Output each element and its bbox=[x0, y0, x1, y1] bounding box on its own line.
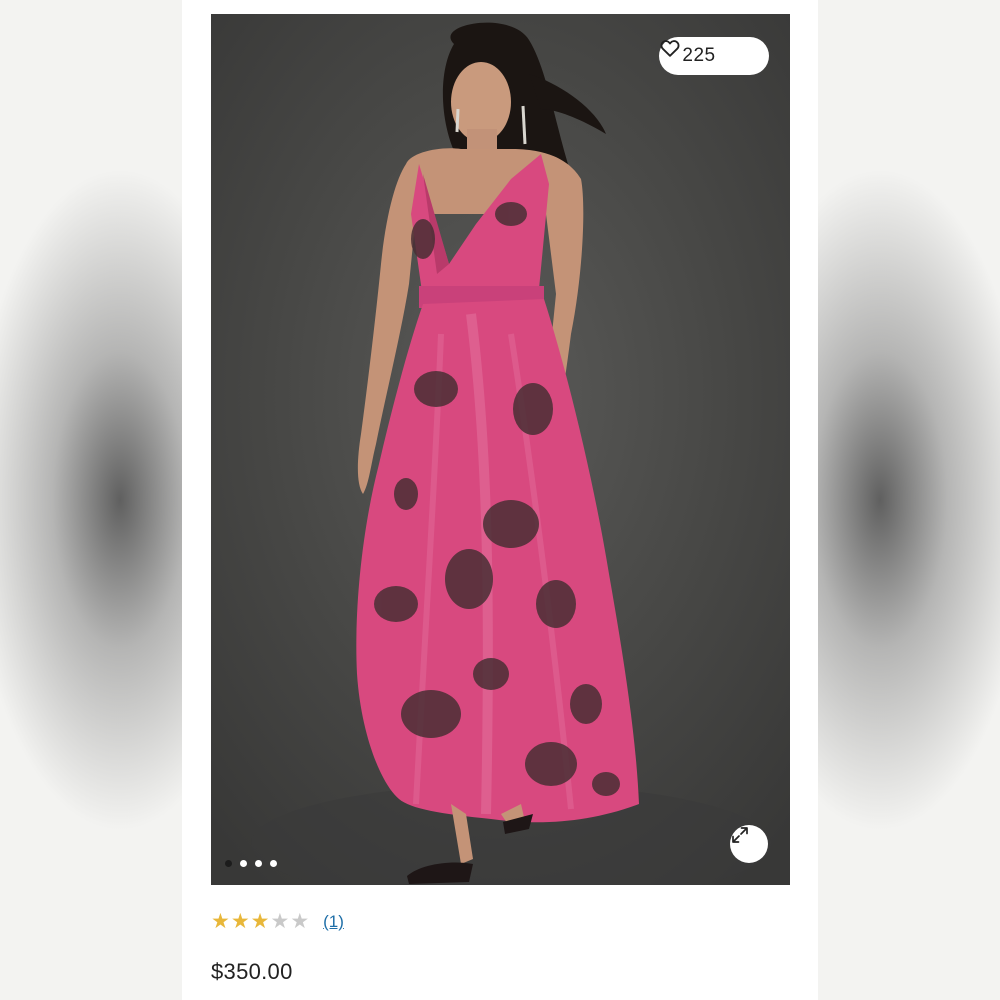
gallery-dot[interactable] bbox=[240, 860, 247, 867]
expand-image-button[interactable] bbox=[730, 825, 768, 863]
star-icon: ★ bbox=[250, 910, 270, 933]
product-price: $350.00 bbox=[211, 959, 293, 984]
backdrop-right bbox=[818, 0, 1000, 1000]
heart-icon bbox=[660, 40, 746, 67]
gallery-dot[interactable] bbox=[270, 860, 277, 867]
model-illustration bbox=[251, 22, 771, 885]
product-card: 225 ★ ★ ★ ★ ★ (1) $350.00 bbox=[182, 0, 818, 1000]
star-icon: ★ bbox=[230, 910, 250, 933]
gallery-pagination bbox=[225, 860, 277, 867]
star-rating: ★ ★ ★ ★ ★ bbox=[211, 911, 309, 933]
gallery-dot[interactable] bbox=[225, 860, 232, 867]
backdrop-left bbox=[0, 0, 182, 1000]
star-icon: ★ bbox=[290, 910, 310, 933]
gallery-dot[interactable] bbox=[255, 860, 262, 867]
like-button[interactable]: 225 bbox=[659, 37, 769, 75]
star-icon: ★ bbox=[211, 910, 230, 933]
likes-count: 225 bbox=[682, 45, 716, 66]
review-count-link[interactable]: (1) bbox=[323, 912, 344, 932]
product-image[interactable]: 225 bbox=[211, 14, 790, 885]
star-icon: ★ bbox=[270, 910, 290, 933]
rating-row: ★ ★ ★ ★ ★ (1) bbox=[211, 911, 344, 933]
